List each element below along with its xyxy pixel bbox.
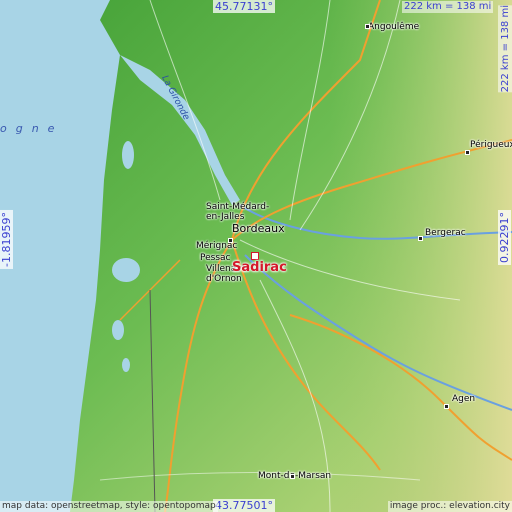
city-marker [228,238,233,243]
city-label: Périgueux [470,140,512,150]
city-marker [365,24,370,29]
coord-right: 0.92291° [498,210,511,265]
city-label: Agen [452,394,476,404]
sea-label: ogne [0,122,64,135]
coord-left: -1.81959° [0,210,13,269]
coord-bottom: 43.77501° [213,499,275,512]
city-marker [290,474,295,479]
map-credit: map data: openstreetmap, style: opentopo… [0,501,218,512]
city-label: Angoulême [368,22,420,32]
image-credit: image proc.: elevation.city [387,501,512,512]
city-label: Bergerac [425,228,466,238]
city-marker [465,150,470,155]
city-label: Pessac [200,253,231,263]
city-marker [418,236,423,241]
map-view[interactable]: ogne La Gironde Angoulême Périgueux Sain… [0,0,512,512]
scale-top: 222 km = 138 mi [402,1,494,13]
focus-city-marker[interactable] [251,252,259,260]
city-marker [444,404,449,409]
scale-right: 222 km = 138 mi [498,5,512,93]
city-label: Saint-Médard-en-Jalles [206,202,270,222]
coord-top: 45.77131° [213,0,275,13]
city-label: Bordeaux [232,222,285,235]
focus-city-label[interactable]: Sadirac [232,261,287,275]
